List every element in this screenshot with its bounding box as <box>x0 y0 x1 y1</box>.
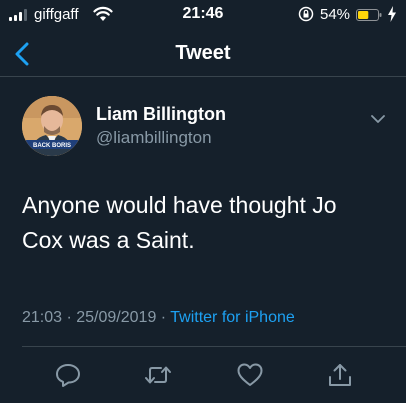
like-icon[interactable] <box>236 362 264 388</box>
battery-percentage: 54% <box>320 6 351 23</box>
tweet-detail-screen: giffgaff 21:46 54% Tweet BACK BORIS Liam… <box>0 0 406 403</box>
author-handle[interactable]: @liambillington <box>96 128 212 148</box>
tweet-meta: 21:03 · 25/09/2019 · Twitter for iPhone <box>22 309 295 327</box>
tweet-timestamp: 21:03 · 25/09/2019 · <box>22 309 171 326</box>
page-title: Tweet <box>175 42 231 64</box>
chevron-down-icon[interactable] <box>370 112 386 124</box>
retweet-icon[interactable] <box>144 362 172 388</box>
navigation-bar: Tweet <box>0 30 406 77</box>
share-icon[interactable] <box>326 362 354 388</box>
avatar-badge-text: BACK BORIS <box>33 143 71 149</box>
rotation-lock-icon <box>298 6 314 22</box>
charging-bolt-icon <box>387 6 397 22</box>
author-name[interactable]: Liam Billington <box>96 104 226 125</box>
tweet-source-link[interactable]: Twitter for iPhone <box>170 309 295 326</box>
avatar[interactable]: BACK BORIS <box>22 96 82 156</box>
battery-icon <box>356 8 382 21</box>
tweet-text: Anyone would have thought Jo Cox was a S… <box>22 192 337 253</box>
status-bar: giffgaff 21:46 54% <box>0 0 406 30</box>
reply-icon[interactable] <box>54 362 82 388</box>
divider <box>22 346 406 347</box>
